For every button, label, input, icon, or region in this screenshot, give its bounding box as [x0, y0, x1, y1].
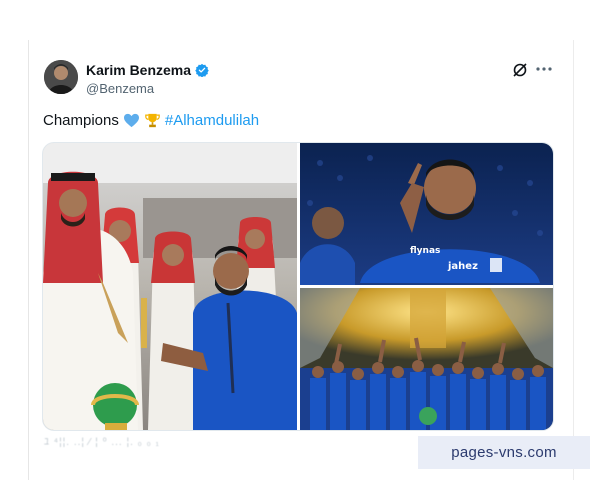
sponsor-jahez: jahez [447, 261, 478, 272]
celebration-photo[interactable]: flynas jahez [300, 143, 553, 285]
author-name[interactable]: Karim Benzema [86, 62, 191, 78]
grok-icon[interactable] [512, 62, 528, 78]
watermark: pages-vns.com [418, 436, 590, 469]
ceremony-photo[interactable] [43, 143, 297, 430]
more-options-icon[interactable] [535, 61, 553, 77]
verified-badge-icon [195, 63, 209, 77]
tweet-meta-blurred: ﾕ ⁴¦¦. ..¦ ⁄ ¦ ⁰ ... ¦. ₀ ₀ ₁ [44, 437, 160, 448]
hashtag-link[interactable]: #Alhamdulilah [165, 112, 259, 129]
tweet-text-prefix: Champions [43, 112, 119, 129]
avatar[interactable] [44, 60, 78, 94]
trophy-icon [145, 113, 160, 128]
team-trophy-photo[interactable] [300, 288, 553, 430]
tweet-text: Champions #Alhamdulilah [43, 112, 259, 129]
media-grid: flynas jahez [42, 142, 554, 431]
blue-heart-icon [123, 113, 139, 128]
sponsor-flynas: flynas [410, 246, 440, 256]
author-handle[interactable]: @Benzema [86, 81, 154, 96]
